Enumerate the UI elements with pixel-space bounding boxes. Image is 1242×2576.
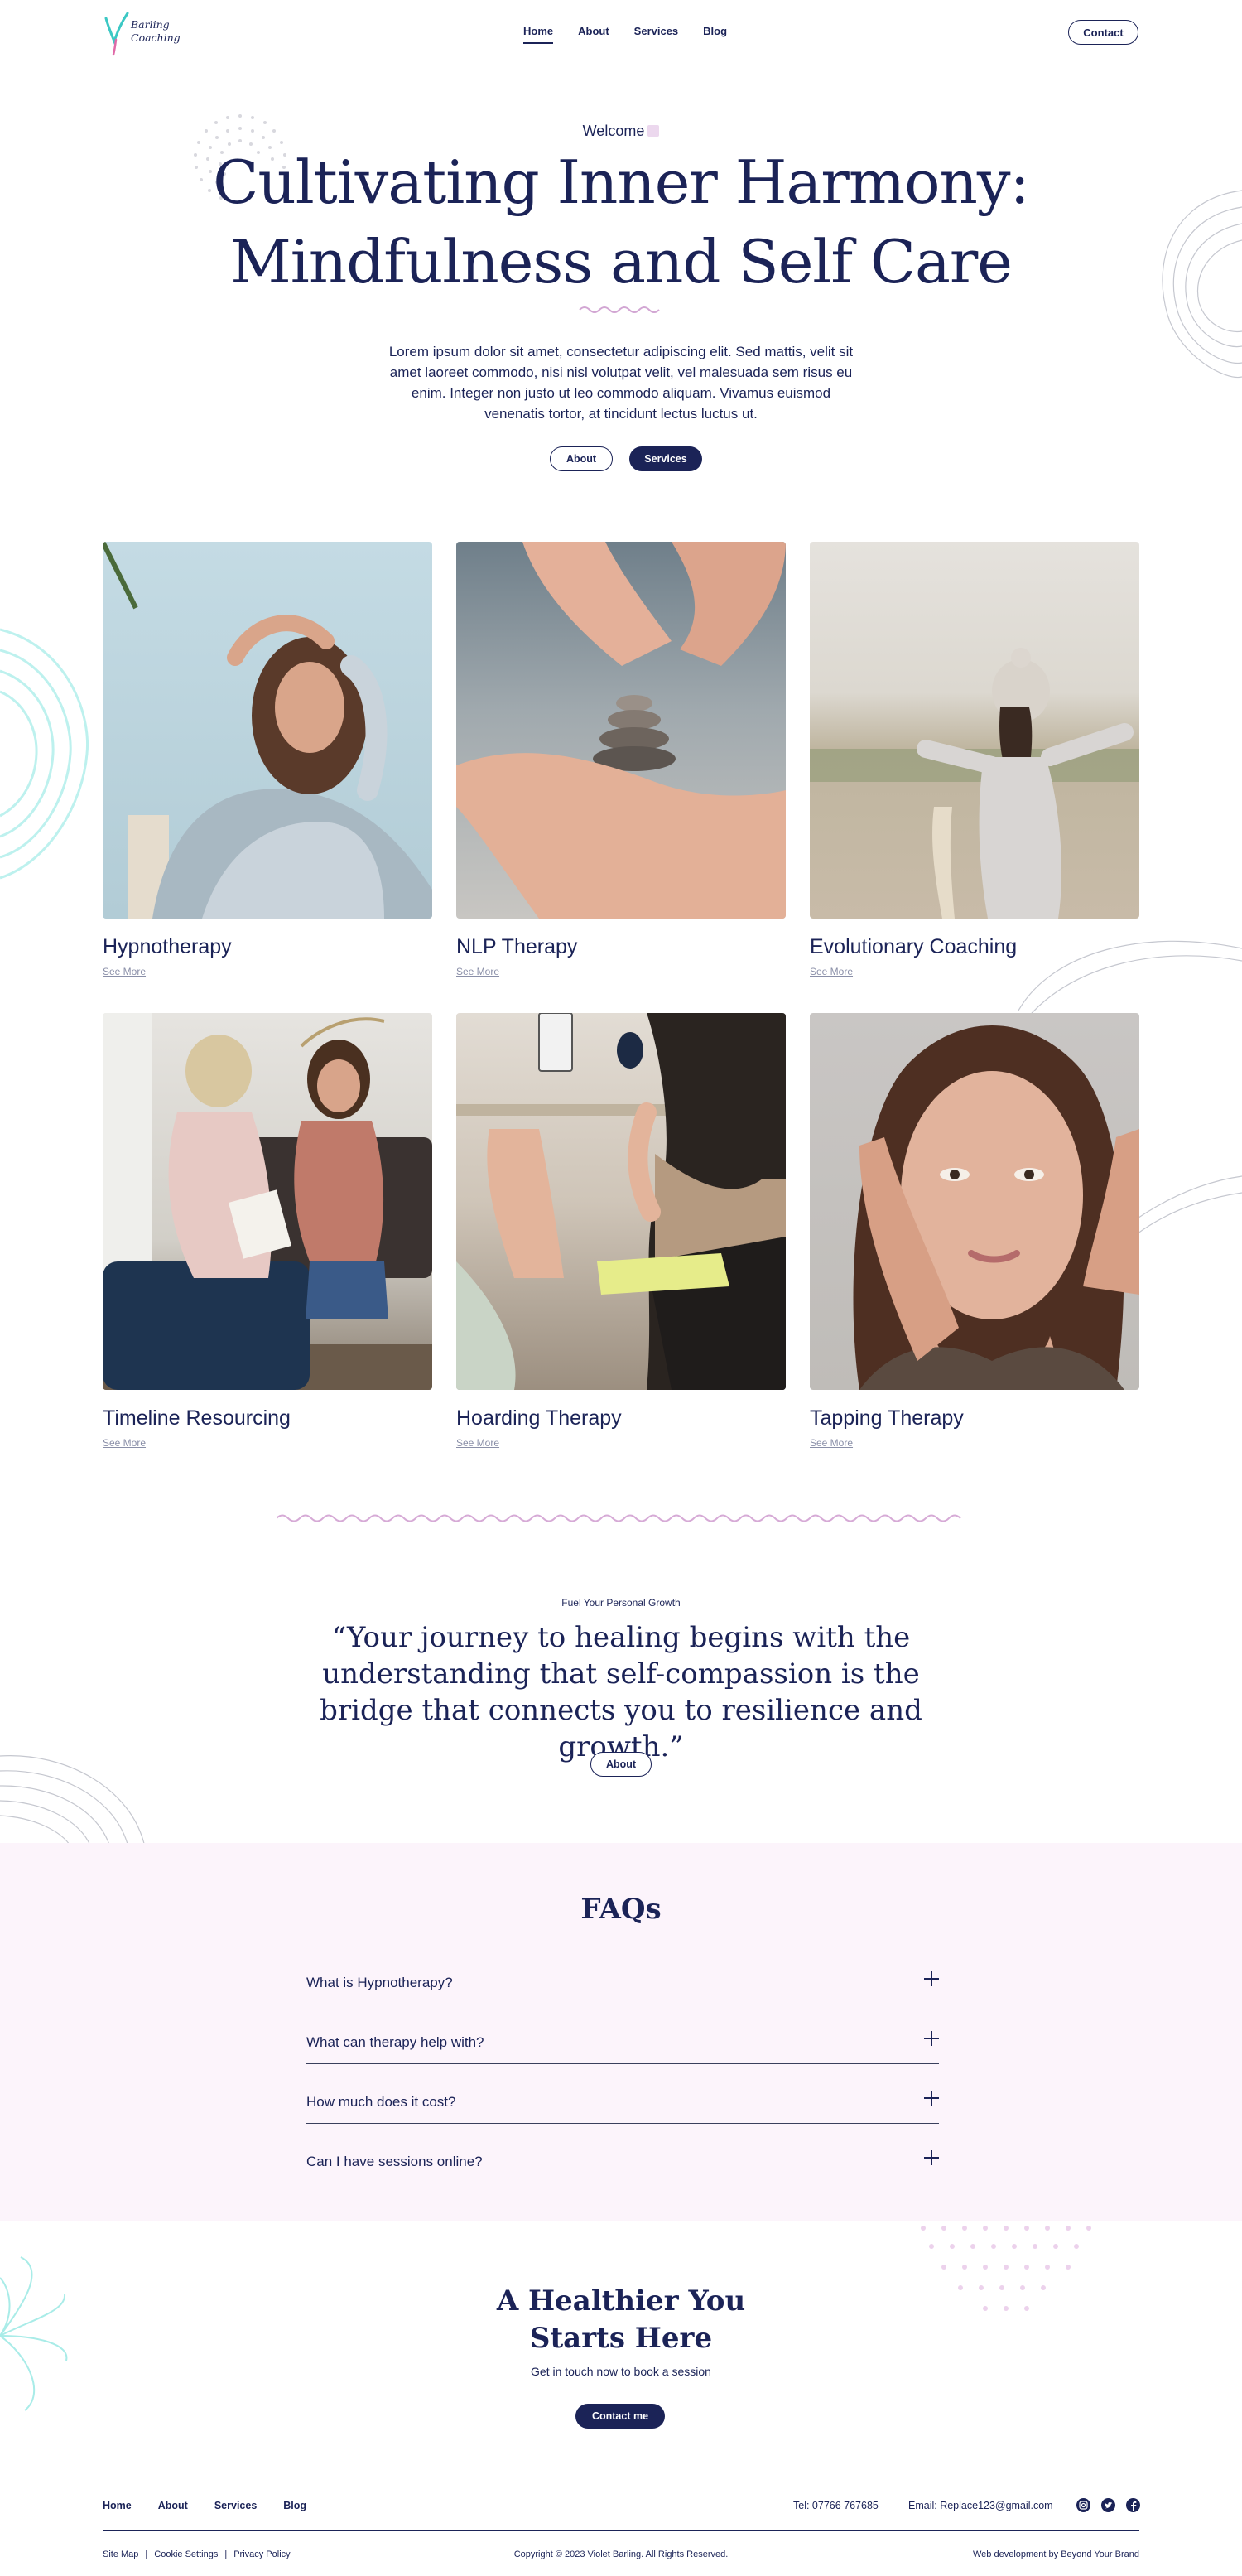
plus-icon[interactable] bbox=[924, 2150, 939, 2165]
service-card-nlp-therapy[interactable]: NLP Therapy See More bbox=[456, 542, 786, 979]
nav-about[interactable]: About bbox=[578, 25, 609, 37]
hero-description: Lorem ipsum dolor sit amet, consectetur … bbox=[388, 344, 854, 422]
hero-title: Cultivating Inner Harmony: Mindfulness a… bbox=[0, 142, 1242, 301]
tapping-therapy-image bbox=[810, 1013, 1139, 1390]
footer-tel[interactable]: Tel: 07766 767685 bbox=[793, 2500, 879, 2511]
web-credit[interactable]: Web development by Beyond Your Brand bbox=[973, 2549, 1139, 2559]
nav-home[interactable]: Home bbox=[523, 25, 554, 44]
faq-item[interactable]: What is Hypnotherapy? bbox=[306, 1945, 939, 2004]
timeline-resourcing-image bbox=[103, 1013, 432, 1390]
service-card-tapping-therapy[interactable]: Tapping Therapy See More bbox=[810, 1013, 1139, 1450]
faq-item[interactable]: How much does it cost? bbox=[306, 2064, 939, 2124]
footer-nav-services[interactable]: Services bbox=[214, 2500, 257, 2511]
quote-about-button[interactable]: About bbox=[590, 1752, 652, 1777]
nlp-therapy-image bbox=[456, 542, 786, 919]
service-title: Hypnotherapy bbox=[103, 935, 232, 958]
wave-divider-small bbox=[579, 306, 660, 313]
service-title: Evolutionary Coaching bbox=[810, 935, 1018, 958]
faq-question: Can I have sessions online? bbox=[306, 2154, 483, 2169]
hero-title-line-1: Cultivating Inner Harmony: bbox=[213, 147, 1030, 217]
hero-services-button[interactable]: Services bbox=[629, 446, 702, 471]
plus-icon[interactable] bbox=[924, 1971, 939, 1986]
cta-title-line-1: A Healthier You bbox=[496, 2284, 746, 2318]
faq-question: How much does it cost? bbox=[306, 2094, 456, 2110]
hero-about-button[interactable]: About bbox=[550, 446, 613, 471]
service-title: NLP Therapy bbox=[456, 935, 578, 958]
hoarding-therapy-image bbox=[456, 1013, 786, 1390]
nav-blog[interactable]: Blog bbox=[703, 25, 727, 37]
cta-title: A Healthier You Starts Here bbox=[0, 2283, 1242, 2357]
welcome-label: Welcome bbox=[0, 123, 1242, 140]
footer-nav-about[interactable]: About bbox=[158, 2500, 188, 2511]
site-header: Barling Coaching Home About Services Blo… bbox=[0, 0, 1242, 65]
evolutionary-coaching-image bbox=[810, 542, 1139, 919]
footer-divider bbox=[103, 2530, 1139, 2531]
instagram-icon[interactable] bbox=[1076, 2498, 1090, 2512]
footer-nav: Home About Services Blog bbox=[103, 2500, 333, 2511]
main-nav: Home About Services Blog bbox=[523, 25, 752, 44]
service-card-timeline-resourcing[interactable]: Timeline Resourcing See More bbox=[103, 1013, 432, 1450]
see-more-link[interactable]: See More bbox=[810, 966, 853, 977]
faq-item[interactable]: What can therapy help with? bbox=[306, 2004, 939, 2064]
footer-email[interactable]: Email: Replace123@gmail.com bbox=[908, 2500, 1053, 2511]
teal-rings-decoration bbox=[0, 628, 89, 880]
see-more-link[interactable]: See More bbox=[456, 1437, 499, 1449]
faq-title: FAQs bbox=[580, 1893, 662, 1926]
service-title: Timeline Resourcing bbox=[103, 1406, 291, 1430]
wave-divider-long bbox=[277, 1514, 961, 1522]
hypnotherapy-image bbox=[103, 542, 432, 919]
service-title: Tapping Therapy bbox=[810, 1406, 964, 1430]
faq-question: What can therapy help with? bbox=[306, 2034, 484, 2050]
logo-mark-icon bbox=[104, 12, 129, 56]
see-more-link[interactable]: See More bbox=[103, 966, 146, 977]
logo-text: Barling Coaching bbox=[131, 18, 181, 45]
cta-title-line-2: Starts Here bbox=[529, 2322, 713, 2355]
faq-item[interactable]: Can I have sessions online? bbox=[306, 2124, 939, 2183]
twitter-icon[interactable] bbox=[1101, 2498, 1115, 2512]
service-card-hoarding-therapy[interactable]: Hoarding Therapy See More bbox=[456, 1013, 786, 1450]
footer-nav-home[interactable]: Home bbox=[103, 2500, 132, 2511]
quote-text: “Your journey to healing begins with the… bbox=[320, 1621, 922, 1763]
welcome-text: Welcome bbox=[582, 123, 645, 139]
brand-logo[interactable]: Barling Coaching bbox=[103, 8, 181, 58]
service-card-hypnotherapy[interactable]: Hypnotherapy See More bbox=[103, 542, 432, 979]
service-title: Hoarding Therapy bbox=[456, 1406, 622, 1430]
contact-me-button[interactable]: Contact me bbox=[575, 2404, 665, 2429]
plus-icon[interactable] bbox=[924, 2031, 939, 2046]
footer-nav-blog[interactable]: Blog bbox=[283, 2500, 306, 2511]
logo-line-2: Coaching bbox=[131, 31, 181, 44]
see-more-link[interactable]: See More bbox=[103, 1437, 146, 1449]
quote-eyebrow: Fuel Your Personal Growth bbox=[561, 1597, 681, 1609]
gray-rings-decoration-left bbox=[0, 1755, 146, 1847]
cta-subtitle: Get in touch now to book a session bbox=[531, 2365, 711, 2378]
contact-button[interactable]: Contact bbox=[1068, 20, 1138, 45]
service-card-evolutionary-coaching[interactable]: Evolutionary Coaching See More bbox=[810, 542, 1139, 979]
welcome-tag-icon bbox=[647, 125, 660, 137]
logo-line-1: Barling bbox=[131, 18, 170, 31]
see-more-link[interactable]: See More bbox=[810, 1437, 853, 1449]
see-more-link[interactable]: See More bbox=[456, 966, 499, 977]
hero-title-line-2: Mindfulness and Self Care bbox=[230, 227, 1013, 297]
plus-icon[interactable] bbox=[924, 2091, 939, 2106]
nav-services[interactable]: Services bbox=[634, 25, 679, 37]
faq-question: What is Hypnotherapy? bbox=[306, 1975, 453, 1990]
facebook-icon[interactable] bbox=[1126, 2498, 1140, 2512]
